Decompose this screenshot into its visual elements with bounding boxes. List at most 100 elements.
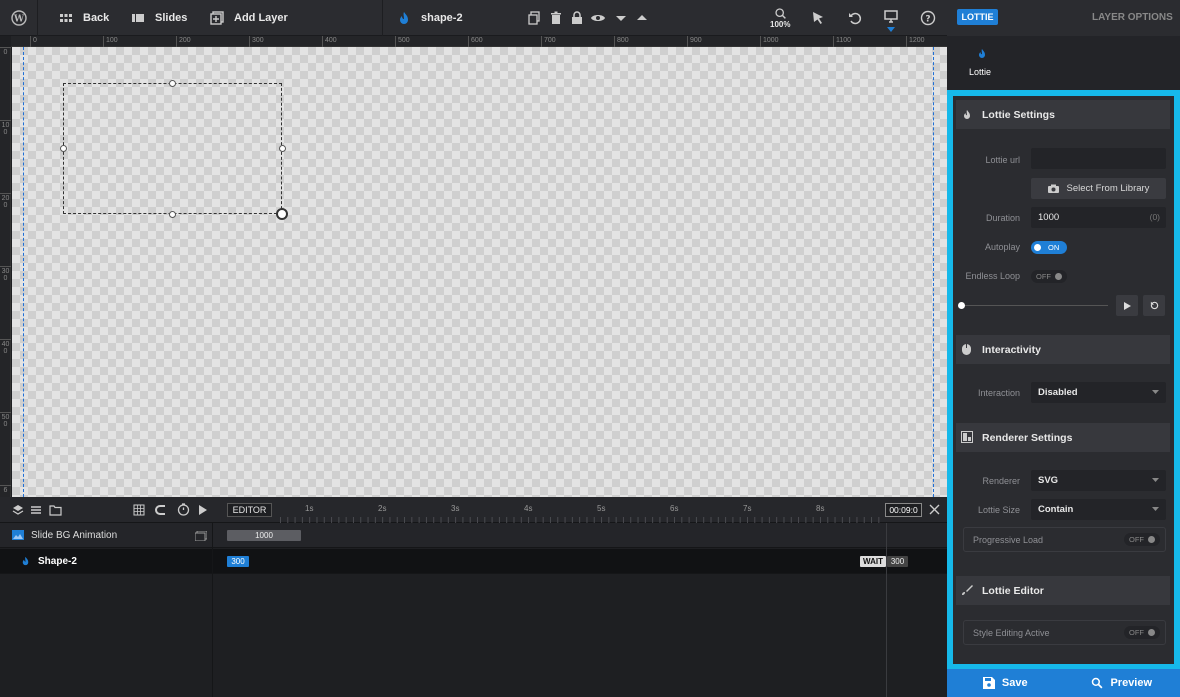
tab-strip [947, 36, 1180, 90]
desktop-view-icon[interactable] [883, 0, 899, 36]
highlighted-settings-panel: Lottie Settings Lottie url Select From L… [947, 90, 1180, 670]
library-label: Select From Library [1066, 183, 1150, 194]
renderer-select[interactable]: SVG [1031, 470, 1166, 491]
ruler-tick: 400 [322, 36, 337, 47]
play-icon[interactable] [198, 504, 208, 516]
lottie-badge[interactable]: LOTTIE [957, 9, 998, 25]
camera-icon [1047, 184, 1059, 193]
ruler-tick: 100 [0, 120, 11, 136]
ruler-tick: 700 [541, 36, 556, 47]
sidebar-footer: Save Preview [947, 669, 1180, 697]
move-up-icon[interactable] [634, 0, 659, 36]
toggle-state: OFF [1129, 535, 1144, 544]
duration-value: 1000 [1038, 212, 1060, 223]
lottie-tab-icon[interactable] [976, 47, 988, 60]
select-cursor-icon[interactable] [810, 0, 835, 36]
visibility-eye-icon[interactable] [590, 0, 615, 36]
chevron-down-icon [1152, 478, 1159, 482]
zoom-control[interactable]: 100% [770, 0, 790, 36]
magnet-icon[interactable] [155, 504, 167, 516]
save-label: Save [1001, 677, 1028, 689]
duration-label: Duration [985, 213, 1020, 223]
section-title: Interactivity [982, 343, 1041, 356]
section-lottie-editor[interactable]: Lottie Editor [956, 576, 1170, 605]
back-button[interactable]: Back [58, 0, 109, 36]
restart-icon [1150, 301, 1159, 309]
save-button[interactable]: Save [947, 669, 1064, 697]
list-icon[interactable] [30, 504, 42, 516]
editor-tab[interactable]: EDITOR [227, 503, 272, 517]
current-layer[interactable]: shape-2 [396, 0, 463, 36]
wait-badge: WAIT [860, 556, 886, 567]
preview-play-button[interactable] [1116, 295, 1138, 316]
shape-layer-selection[interactable] [60, 80, 288, 220]
add-layer-button[interactable]: Add Layer [209, 0, 288, 36]
tab-lottie[interactable]: Lottie [969, 67, 991, 77]
progress-thumb[interactable] [958, 302, 965, 309]
duration-bar[interactable]: 300 [227, 556, 249, 567]
floppy-disk-icon [982, 677, 995, 689]
time-readout[interactable]: 00:09:0 [885, 503, 922, 517]
timeline-layer-column [0, 523, 213, 697]
section-renderer-settings[interactable]: Renderer Settings [956, 423, 1170, 452]
resize-handle-left[interactable] [60, 145, 67, 152]
magnifier-icon [775, 8, 786, 19]
renderer-icon [961, 431, 973, 443]
preview-button[interactable]: Preview [1064, 669, 1180, 697]
duration-input[interactable]: 1000 (0) [1031, 207, 1166, 228]
select-from-library-button[interactable]: Select From Library [1031, 178, 1166, 199]
toggle-knob [1034, 244, 1041, 251]
timer-icon[interactable] [177, 503, 190, 516]
endless-loop-toggle[interactable]: OFF [1031, 270, 1067, 283]
lottie-icon [400, 12, 408, 24]
resize-handle-right[interactable] [279, 145, 286, 152]
second-mark: 1s [305, 504, 314, 513]
top-toolbar: W Back Slides Add Layer shape-2 100% ? [0, 0, 947, 36]
resize-handle-top[interactable] [169, 80, 176, 87]
preview-restart-button[interactable] [1143, 295, 1165, 316]
folder-icon[interactable] [49, 504, 62, 516]
second-mark: 4s [524, 504, 533, 513]
layers-icon[interactable] [12, 504, 24, 516]
wordpress-logo-icon[interactable]: W [11, 0, 36, 36]
rotate-handle[interactable] [276, 208, 288, 220]
help-icon[interactable]: ? [920, 0, 945, 36]
autoplay-toggle[interactable]: ON [1031, 241, 1067, 254]
progress-track[interactable] [961, 305, 1108, 306]
interaction-select[interactable]: Disabled [1031, 382, 1166, 403]
progressive-load-toggle[interactable]: OFF [1124, 533, 1160, 546]
undo-icon[interactable] [847, 0, 872, 36]
lottie-size-value: Contain [1038, 504, 1074, 515]
duration-bar[interactable]: 1000 [227, 530, 301, 541]
close-icon[interactable] [929, 504, 940, 515]
section-lottie-settings[interactable]: Lottie Settings [956, 100, 1170, 129]
lottie-size-select[interactable]: Contain [1031, 499, 1166, 520]
style-editing-row: Style Editing Active OFF [963, 620, 1166, 645]
section-interactivity[interactable]: Interactivity [956, 335, 1170, 364]
ruler-tick: 400 [0, 339, 11, 355]
toggle-state: ON [1048, 243, 1060, 252]
style-editing-label: Style Editing Active [973, 628, 1050, 638]
wait-value[interactable]: 300 [887, 556, 908, 567]
mouse-icon [962, 344, 971, 355]
slide-canvas[interactable] [12, 47, 947, 497]
style-editing-toggle[interactable]: OFF [1124, 626, 1160, 639]
ruler-tick: 6 [0, 485, 11, 494]
ruler-tick: 200 [176, 36, 191, 47]
resize-handle-bottom[interactable] [169, 211, 176, 218]
toggle-knob [1148, 536, 1155, 543]
ruler-tick: 900 [687, 36, 702, 47]
renderer-value: SVG [1038, 475, 1059, 486]
ruler-tick: 1200 [906, 36, 925, 47]
caret-icon [887, 27, 895, 32]
second-mark: 5s [597, 504, 606, 513]
layer-name: shape-2 [421, 12, 463, 24]
layer-options-title[interactable]: LAYER OPTIONS [1092, 12, 1173, 23]
grid-snap-icon[interactable] [133, 504, 145, 516]
zoom-value: 100% [770, 20, 791, 29]
second-mark: 8s [816, 504, 825, 513]
slides-button[interactable]: Slides [130, 0, 187, 36]
lottie-url-input[interactable] [1031, 148, 1166, 169]
timeline-header: EDITOR 1s 2s 3s 4s 5s 6s 7s 8s 00:09:0 [0, 497, 947, 523]
playhead-line[interactable] [886, 523, 887, 697]
